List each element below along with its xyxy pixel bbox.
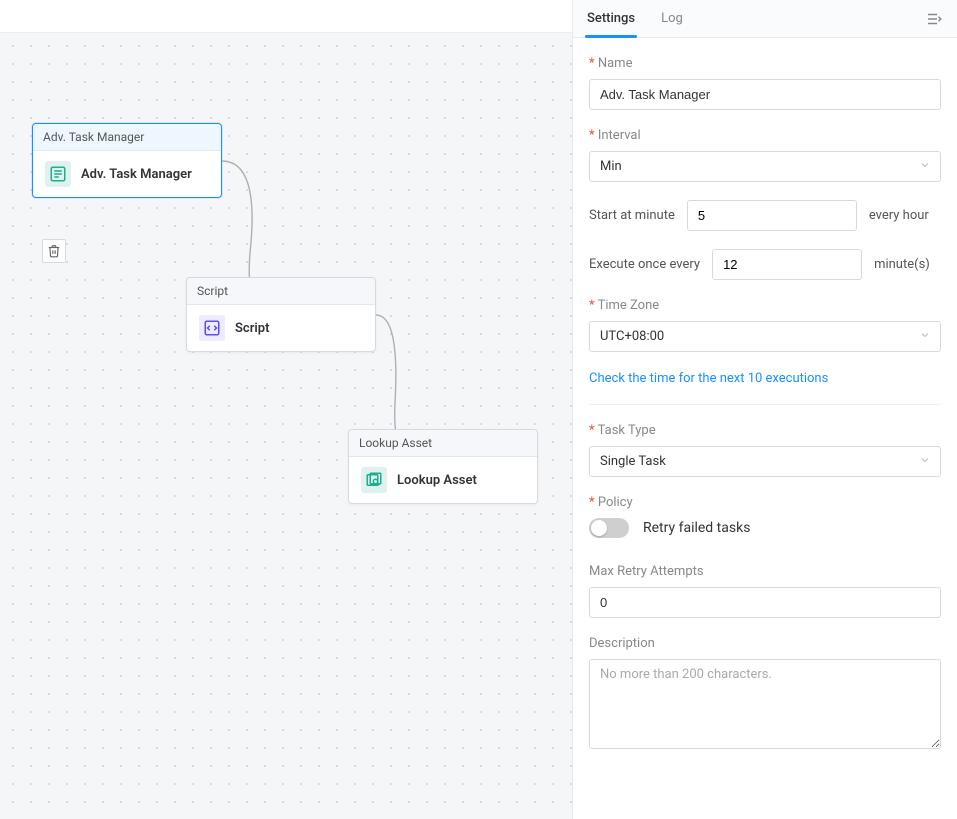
retry-toggle[interactable] xyxy=(589,518,629,538)
node-title: Adv. Task Manager xyxy=(81,167,192,182)
node-script[interactable]: Script Script xyxy=(186,277,376,352)
script-icon xyxy=(199,315,225,341)
description-label: Description xyxy=(589,636,941,651)
node-header: Lookup Asset xyxy=(349,430,537,457)
tab-log[interactable]: Log xyxy=(661,0,683,37)
properties-panel: Settings Log Name Interval Min xyxy=(572,0,957,819)
panel-body: Name Interval Min Start at minute every … xyxy=(573,38,957,791)
name-label: Name xyxy=(589,56,941,71)
timezone-select[interactable]: UTC+08:00 xyxy=(589,321,941,352)
start-at-minute-input[interactable] xyxy=(687,200,857,231)
task-type-select[interactable]: Single Task xyxy=(589,446,941,477)
delete-node-button[interactable] xyxy=(42,239,66,263)
node-lookup-asset[interactable]: Lookup Asset Lookup Asset xyxy=(348,429,538,504)
description-textarea[interactable] xyxy=(589,659,941,749)
start-at-minute-label: Start at minute xyxy=(589,208,675,223)
node-adv-task-manager[interactable]: Adv. Task Manager Adv. Task Manager xyxy=(32,123,222,198)
timezone-label: Time Zone xyxy=(589,298,941,313)
node-header: Adv. Task Manager xyxy=(33,124,221,151)
tab-settings[interactable]: Settings xyxy=(587,0,635,37)
node-title: Script xyxy=(235,321,269,336)
check-executions-link[interactable]: Check the time for the next 10 execution… xyxy=(589,371,828,386)
execute-every-label: Execute once every xyxy=(589,257,700,272)
execute-every-suffix: minute(s) xyxy=(874,257,930,272)
name-input[interactable] xyxy=(589,79,941,110)
panel-tabs: Settings Log xyxy=(573,0,957,38)
divider xyxy=(589,404,941,405)
node-title: Lookup Asset xyxy=(397,473,477,488)
lookup-asset-icon xyxy=(361,467,387,493)
flow-canvas[interactable]: Adv. Task Manager Adv. Task Manager xyxy=(0,33,572,819)
collapse-panel-icon[interactable] xyxy=(925,10,943,28)
max-retry-input[interactable] xyxy=(589,587,941,618)
interval-label: Interval xyxy=(589,128,941,143)
max-retry-label: Max Retry Attempts xyxy=(589,564,941,579)
task-manager-icon xyxy=(45,161,71,187)
task-type-label: Task Type xyxy=(589,423,941,438)
interval-select[interactable]: Min xyxy=(589,151,941,182)
start-at-minute-suffix: every hour xyxy=(869,208,929,223)
execute-every-input[interactable] xyxy=(712,249,862,280)
retry-toggle-label: Retry failed tasks xyxy=(643,520,750,536)
node-header: Script xyxy=(187,278,375,305)
policy-label: Policy xyxy=(589,495,941,510)
